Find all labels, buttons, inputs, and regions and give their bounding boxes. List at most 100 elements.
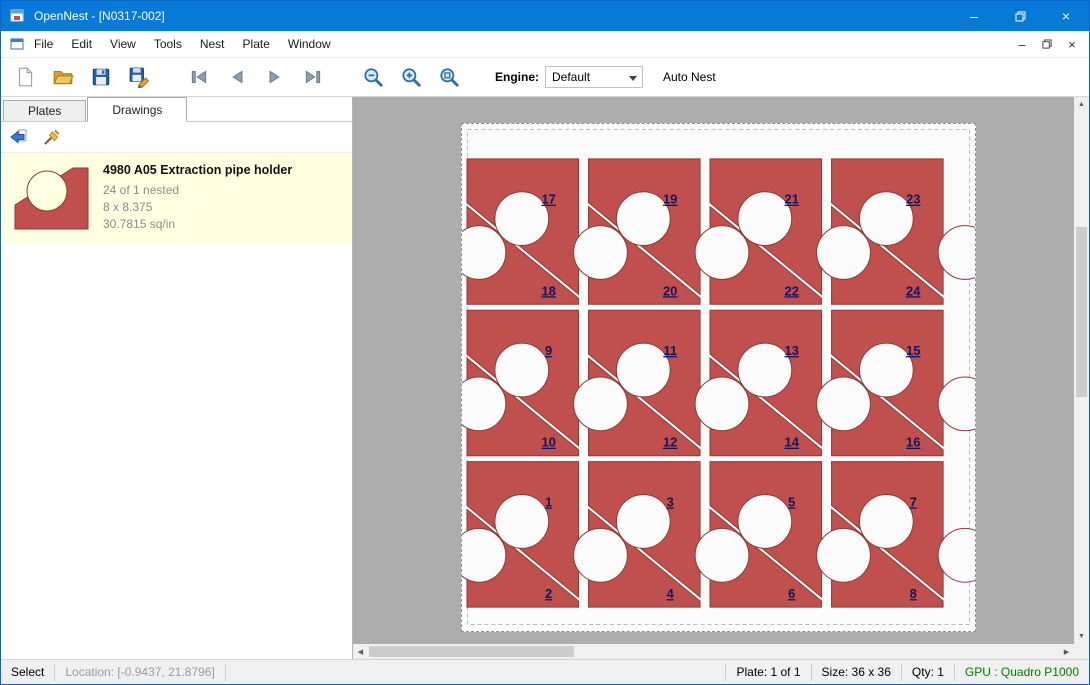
part-notch — [817, 226, 871, 280]
part-number: 24 — [906, 283, 921, 298]
menu-item-tools[interactable]: Tools — [145, 31, 191, 57]
drawing-thumbnail — [11, 163, 91, 233]
part-notch — [574, 226, 628, 280]
horizontal-scrollbar-thumb[interactable] — [369, 646, 574, 657]
part-notch — [495, 343, 549, 397]
part-number: 9 — [545, 343, 552, 358]
part-number: 12 — [663, 435, 677, 450]
menu-item-window[interactable]: Window — [279, 31, 340, 57]
part-number: 8 — [910, 586, 917, 601]
save-edit-button[interactable] — [123, 61, 155, 93]
new-button[interactable] — [9, 61, 41, 93]
status-gpu: GPU : Quadro P1000 — [955, 664, 1089, 681]
nest-canvas[interactable]: 171819202122232491011121314151612345678 … — [353, 97, 1089, 659]
sidebar: Plates Drawings — [1, 97, 353, 659]
part-number: 21 — [785, 192, 799, 207]
mdi-close-button[interactable]: × — [1061, 34, 1083, 54]
menu-bar: File Edit View Tools Nest Plate Window –… — [1, 31, 1089, 58]
part-number: 19 — [663, 192, 677, 207]
part-notch — [817, 528, 871, 582]
zoom-fit-icon — [438, 66, 460, 88]
part-notch — [938, 528, 975, 582]
part-notch — [495, 495, 549, 549]
zoom-fit-button[interactable] — [433, 61, 465, 93]
assign-part-button[interactable] — [6, 124, 32, 150]
part-number: 20 — [663, 283, 677, 298]
zoom-out-button[interactable] — [357, 61, 389, 93]
tab-drawings[interactable]: Drawings — [87, 97, 187, 122]
main-area: Plates Drawings — [1, 97, 1089, 659]
drawing-info: 4980 A05 Extraction pipe holder 24 of 1 … — [103, 163, 292, 233]
engine-select[interactable]: Default — [545, 66, 643, 88]
zoom-out-icon — [362, 66, 384, 88]
engine-label: Engine: — [495, 70, 539, 84]
part-number: 14 — [785, 435, 800, 450]
maximize-restore-button[interactable] — [997, 1, 1043, 31]
nest-drawing[interactable]: 171819202122232491011121314151612345678 — [462, 124, 975, 631]
minimize-button[interactable]: – — [951, 1, 997, 31]
mdi-document-icon[interactable] — [9, 36, 25, 52]
sidebar-toolbar — [1, 122, 352, 153]
zoom-in-button[interactable] — [395, 61, 427, 93]
open-button[interactable] — [47, 61, 79, 93]
nav-first-button[interactable] — [183, 61, 215, 93]
part-number: 17 — [541, 192, 555, 207]
mdi-restore-button[interactable] — [1036, 34, 1058, 54]
mdi-window-controls: – × — [1011, 34, 1089, 54]
close-button[interactable]: × — [1043, 1, 1089, 31]
vertical-scrollbar-thumb[interactable] — [1076, 227, 1087, 397]
zoom-in-icon — [400, 66, 422, 88]
status-bar: Select Location: [-0.9437, 21.8796] Plat… — [1, 659, 1089, 684]
assign-part-icon — [9, 127, 29, 147]
vertical-scrollbar[interactable]: ▲ ▼ — [1074, 97, 1089, 644]
horizontal-scrollbar[interactable]: ◀ ▶ — [353, 644, 1074, 659]
nav-last-button[interactable] — [297, 61, 329, 93]
mdi-minimize-button[interactable]: – — [1011, 34, 1033, 54]
menu-item-plate[interactable]: Plate — [234, 31, 279, 57]
tab-plates[interactable]: Plates — [3, 100, 86, 121]
status-divider — [225, 664, 226, 681]
drawing-list-item[interactable]: 4980 A05 Extraction pipe holder 24 of 1 … — [1, 153, 352, 243]
auto-nest-button[interactable]: Auto Nest — [663, 70, 716, 84]
menu-item-edit[interactable]: Edit — [62, 31, 101, 57]
clean-button[interactable] — [38, 124, 64, 150]
scroll-down-icon[interactable]: ▼ — [1074, 629, 1089, 644]
title-bar: OpenNest - [N0317-002] – × — [1, 1, 1089, 31]
window-controls: – × — [951, 1, 1089, 31]
drawing-list-empty-area — [1, 243, 352, 659]
drawing-nested-count: 24 of 1 nested — [103, 182, 292, 199]
clean-broom-icon — [41, 127, 61, 147]
part-notch — [859, 495, 913, 549]
save-button[interactable] — [85, 61, 117, 93]
part-number: 18 — [541, 283, 555, 298]
scrollbar-corner — [1074, 644, 1089, 659]
part-notch — [616, 343, 670, 397]
part-number: 1 — [545, 494, 552, 509]
scroll-right-icon[interactable]: ▶ — [1059, 644, 1074, 659]
menu-item-nest[interactable]: Nest — [191, 31, 234, 57]
nav-next-button[interactable] — [259, 61, 291, 93]
save-icon — [90, 66, 112, 88]
scroll-left-icon[interactable]: ◀ — [353, 644, 368, 659]
plate-view[interactable]: 171819202122232491011121314151612345678 — [461, 123, 976, 632]
drawing-size: 8 x 8.375 — [103, 199, 292, 216]
app-icon — [10, 8, 26, 24]
part-number: 15 — [906, 343, 920, 358]
part-notch — [938, 226, 975, 280]
scroll-up-icon[interactable]: ▲ — [1074, 97, 1089, 112]
status-mode: Select — [1, 664, 54, 681]
menu-item-file[interactable]: File — [25, 31, 62, 57]
part-notch — [695, 377, 749, 431]
part-notch — [695, 528, 749, 582]
chevron-down-icon — [629, 76, 637, 81]
part-notch — [695, 226, 749, 280]
open-folder-icon — [52, 66, 74, 88]
nav-previous-button[interactable] — [221, 61, 253, 93]
part-number: 3 — [667, 494, 674, 509]
part-number: 5 — [788, 494, 795, 509]
status-size: Size: 36 x 36 — [812, 664, 901, 681]
menu-item-view[interactable]: View — [101, 31, 145, 57]
part-number: 16 — [906, 435, 920, 450]
part-number: 22 — [785, 283, 799, 298]
nav-first-icon — [188, 66, 210, 88]
